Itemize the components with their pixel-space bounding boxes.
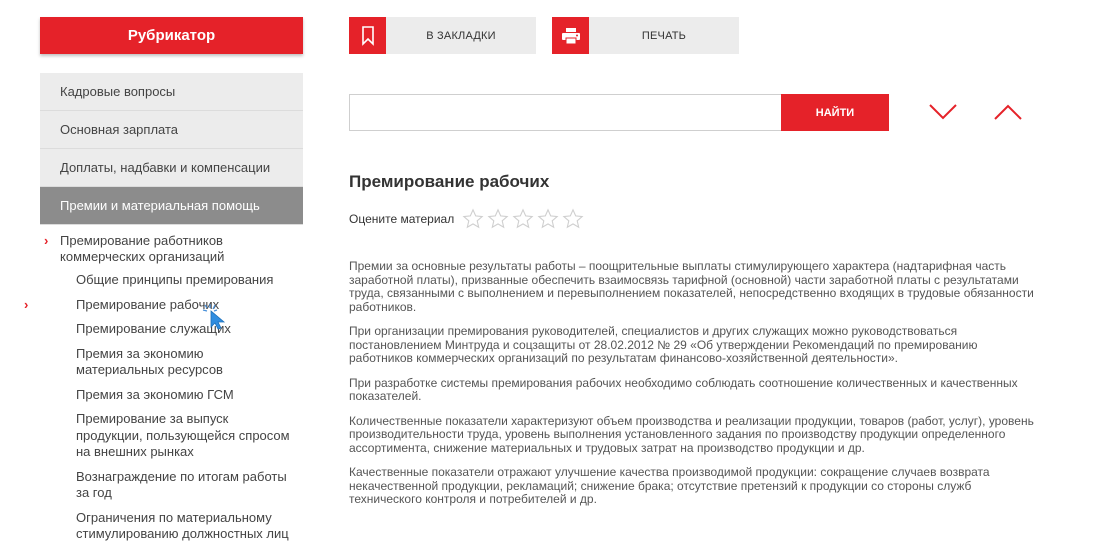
sidebar-subitem-fuel[interactable]: Премия за экономию ГСМ bbox=[40, 387, 303, 404]
sidebar-sublist: › Премирование работников коммерческих о… bbox=[24, 225, 303, 543]
rating-stars bbox=[462, 208, 587, 230]
bookmark-button[interactable]: В ЗАКЛАДКИ bbox=[349, 17, 536, 54]
page-title: Премирование рабочих bbox=[349, 172, 550, 191]
print-label: ПЕЧАТЬ bbox=[641, 29, 687, 42]
article-body: Премии за основные результаты работы – п… bbox=[349, 259, 1039, 518]
rating-label: Оцените материал bbox=[349, 212, 455, 226]
sidebar-item-bonuses[interactable]: Премии и материальная помощь bbox=[40, 187, 303, 225]
chevron-down-icon[interactable] bbox=[928, 100, 958, 124]
mouse-cursor-icon bbox=[202, 304, 226, 330]
chevron-up-icon[interactable] bbox=[993, 100, 1023, 124]
sidebar-subitem-limits[interactable]: Ограничения по материальному стимулирова… bbox=[40, 510, 303, 543]
sidebar-menu: Кадровые вопросы Основная зарплата Допла… bbox=[40, 73, 303, 225]
article-paragraph: Премии за основные результаты работы – п… bbox=[349, 259, 1034, 314]
sidebar-subitem-general[interactable]: Общие принципы премирования bbox=[40, 272, 303, 289]
rubricator-header[interactable]: Рубрикатор bbox=[40, 17, 303, 54]
article-paragraph: При разработке системы премирования рабо… bbox=[349, 375, 1018, 403]
sidebar-subitem-materials[interactable]: Премия за экономию материальных ресурсов bbox=[40, 346, 303, 379]
sidebar-subitem-export[interactable]: Премирование за выпуск продукции, пользу… bbox=[40, 411, 303, 461]
chevron-right-icon: › bbox=[24, 296, 29, 312]
sidebar-section-commercial[interactable]: › Премирование работников коммерческих о… bbox=[40, 233, 303, 265]
article-paragraph: Количественные показатели характеризуют … bbox=[349, 413, 1034, 455]
printer-icon bbox=[552, 17, 589, 54]
sidebar-item-allowances[interactable]: Доплаты, надбавки и компенсации bbox=[40, 149, 303, 187]
bookmark-label: В ЗАКЛАДКИ bbox=[426, 29, 496, 42]
bookmark-icon bbox=[349, 17, 386, 54]
chevron-right-icon: › bbox=[44, 233, 49, 248]
print-button[interactable]: ПЕЧАТЬ bbox=[552, 17, 739, 54]
sidebar-item-basic-salary[interactable]: Основная зарплата bbox=[40, 111, 303, 149]
star-outline-icon[interactable] bbox=[462, 208, 484, 230]
sidebar: Рубрикатор Кадровые вопросы Основная зар… bbox=[24, 17, 303, 551]
sidebar-subitem-label: Премирование рабочих bbox=[76, 296, 220, 312]
article-paragraph: При организации премирования руководител… bbox=[349, 324, 978, 365]
sidebar-section-label: Премирование работников коммерческих орг… bbox=[60, 233, 225, 264]
article-paragraph: Качественные показатели отражают улучшен… bbox=[349, 465, 990, 506]
search-input[interactable] bbox=[349, 94, 781, 131]
star-outline-icon[interactable] bbox=[512, 208, 534, 230]
sidebar-subitem-annual[interactable]: Вознаграждение по итогам работы за год bbox=[40, 469, 303, 502]
search-button[interactable]: НАЙТИ bbox=[781, 94, 889, 131]
sidebar-subitem-workers[interactable]: › Премирование рабочих bbox=[24, 296, 303, 314]
sidebar-subitem-employees[interactable]: Премирование служащих bbox=[40, 321, 303, 338]
rating-widget: Оцените материал bbox=[349, 208, 587, 230]
search-bar: НАЙТИ bbox=[349, 94, 889, 131]
star-outline-icon[interactable] bbox=[562, 208, 584, 230]
star-outline-icon[interactable] bbox=[537, 208, 559, 230]
star-outline-icon[interactable] bbox=[487, 208, 509, 230]
sidebar-item-personnel[interactable]: Кадровые вопросы bbox=[40, 73, 303, 111]
